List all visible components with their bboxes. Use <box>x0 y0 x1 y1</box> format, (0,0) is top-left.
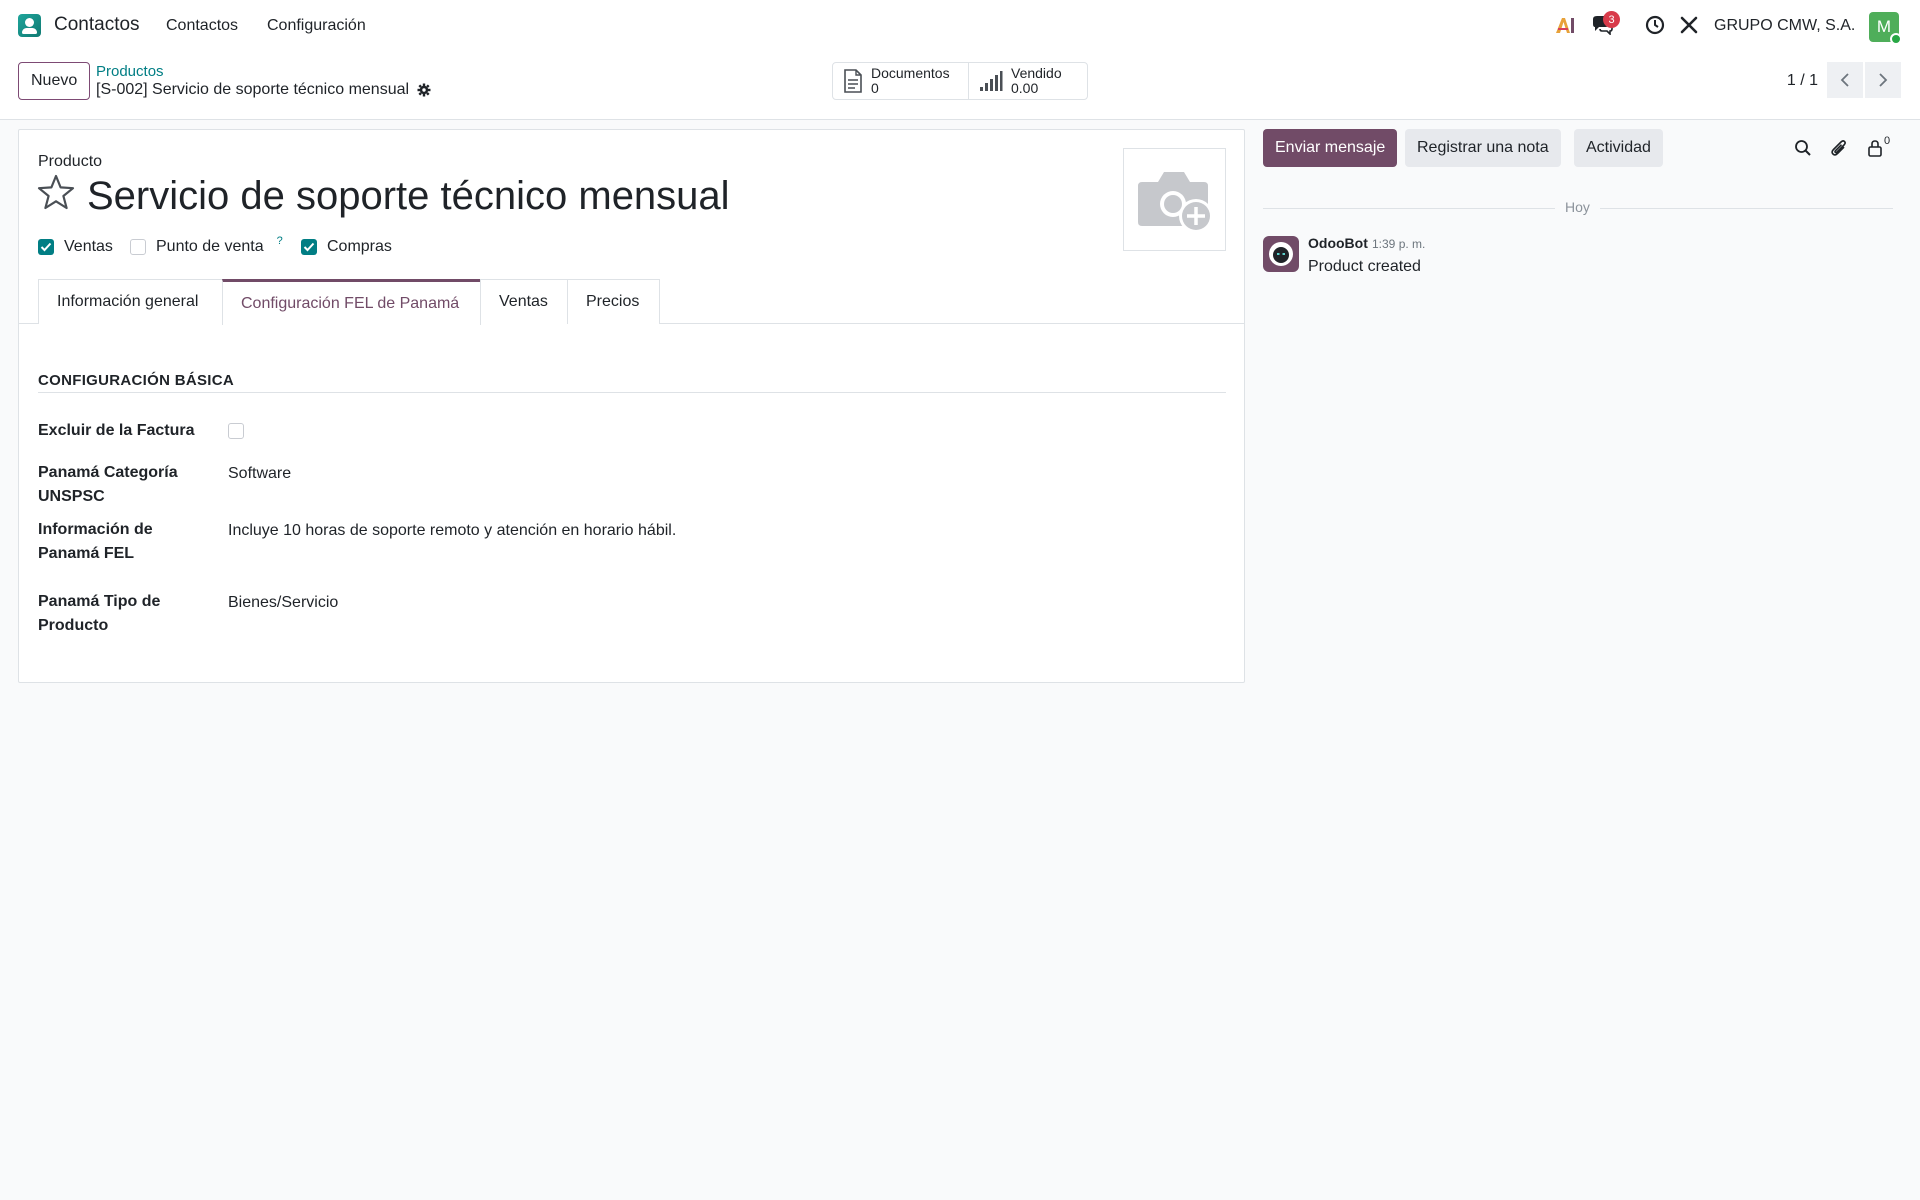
chevron-left-icon[interactable] <box>1827 62 1863 98</box>
send-message-button[interactable]: Enviar mensaje <box>1263 129 1398 167</box>
company-switcher[interactable]: GRUPO CMW, S.A. <box>1714 17 1855 35</box>
paperclip-icon[interactable] <box>1829 138 1849 158</box>
form-tabs: Información general Configuración FEL de… <box>19 279 1244 325</box>
date-separator-label: Hoy <box>1565 199 1590 215</box>
clock-icon[interactable] <box>1644 14 1666 36</box>
purchase-ok-checkbox-row[interactable]: Compras <box>301 238 392 256</box>
document-icon <box>844 69 862 93</box>
app-name[interactable]: Contactos <box>54 14 140 36</box>
documents-value: 0 <box>871 80 879 96</box>
message-author[interactable]: OdooBot <box>1308 235 1368 251</box>
odoobot-avatar <box>1263 236 1299 272</box>
sold-label: Vendido <box>1011 65 1062 81</box>
breadcrumb-current: [S-002] Servicio de soporte técnico mens… <box>96 81 431 99</box>
star-icon[interactable] <box>37 174 75 215</box>
signal-chart-icon <box>980 71 1003 91</box>
user-avatar[interactable]: M <box>1869 12 1902 45</box>
documents-smart-button[interactable]: Documentos 0 <box>833 63 969 99</box>
messages-icon[interactable]: 3 <box>1591 11 1620 36</box>
date-separator-line-left <box>1263 208 1555 209</box>
ventas-checkbox-label: Ventas <box>64 238 113 255</box>
tipo-producto-label-line1: Panamá Tipo de <box>38 593 161 610</box>
product-form-sheet: Producto Servicio de soporte técnico men… <box>18 129 1245 683</box>
online-status-dot <box>1890 33 1902 45</box>
compras-checkbox[interactable] <box>301 239 317 255</box>
categoria-unspsc-label-line2: UNSPSC <box>38 488 105 505</box>
section-title: CONFIGURACIÓN BÁSICA <box>38 372 234 389</box>
info-fel-label-line1: Información de <box>38 521 153 538</box>
gear-icon[interactable] <box>417 83 431 97</box>
tab-informacion-general[interactable]: Información general <box>38 279 223 324</box>
control-panel: Nuevo Productos [S-002] Servicio de sopo… <box>0 52 1920 120</box>
activity-button[interactable]: Actividad <box>1574 129 1663 167</box>
followers-count: 0 <box>1884 135 1891 147</box>
excluir-factura-label: Excluir de la Factura <box>38 422 195 439</box>
log-note-button[interactable]: Registrar una nota <box>1405 129 1561 167</box>
sold-value: 0.00 <box>1011 80 1039 96</box>
info-fel-label-line2: Panamá FEL <box>38 545 135 562</box>
top-navbar: Contactos Contactos Configuración 3 GRUP… <box>0 0 1920 52</box>
tipo-producto-label-line2: Producto <box>38 617 109 634</box>
search-icon[interactable] <box>1793 138 1813 158</box>
documents-label: Documentos <box>871 65 950 81</box>
pager-value[interactable]: 1 / 1 <box>1787 72 1818 90</box>
tab-ventas[interactable]: Ventas <box>480 279 568 324</box>
camera-add-icon <box>1137 171 1213 233</box>
punto-de-venta-label: Punto de venta <box>156 238 264 255</box>
menu-configuracion[interactable]: Configuración <box>267 17 366 35</box>
ventas-checkbox[interactable] <box>38 239 54 255</box>
info-fel-value[interactable]: Incluye 10 horas de soporte remoto y ate… <box>228 519 676 543</box>
product-name[interactable]: Servicio de soporte técnico mensual <box>87 174 730 219</box>
excluir-factura-checkbox[interactable] <box>228 423 244 439</box>
breadcrumb-current-label: [S-002] Servicio de soporte técnico mens… <box>96 81 410 98</box>
help-tooltip-icon[interactable]: ? <box>277 235 283 247</box>
smart-buttons: Documentos 0 Vendido 0.00 <box>832 62 1088 100</box>
tools-icon[interactable] <box>1678 14 1700 36</box>
message-body: Product created <box>1308 258 1421 275</box>
tipo-producto-value[interactable]: Bienes/Servicio <box>228 591 338 615</box>
chevron-right-icon[interactable] <box>1865 62 1901 98</box>
compras-checkbox-label: Compras <box>327 238 392 255</box>
product-type-label: Producto <box>38 153 103 170</box>
sale-ok-checkbox-row[interactable]: Ventas <box>38 238 113 256</box>
avatar-initial: M <box>1876 17 1892 36</box>
punto-de-venta-checkbox[interactable] <box>130 239 146 255</box>
categoria-unspsc-value[interactable]: Software <box>228 462 291 486</box>
breadcrumb-productos[interactable]: Productos <box>96 63 164 80</box>
date-separator-line-right <box>1600 208 1893 209</box>
categoria-unspsc-label-line1: Panamá Categoría <box>38 464 178 481</box>
tab-precios[interactable]: Precios <box>567 279 660 324</box>
ai-icon[interactable] <box>1554 14 1576 36</box>
sold-smart-button[interactable]: Vendido 0.00 <box>969 63 1087 99</box>
followers-lock-icon[interactable] <box>1865 138 1885 158</box>
section-divider <box>38 392 1226 393</box>
menu-contactos[interactable]: Contactos <box>166 17 238 35</box>
message-time: 1:39 p. m. <box>1372 237 1426 251</box>
new-button[interactable]: Nuevo <box>18 62 91 100</box>
tab-configuracion-fel[interactable]: Configuración FEL de Panamá <box>222 279 481 325</box>
contacts-app-icon[interactable] <box>18 14 41 37</box>
messages-badge: 3 <box>1603 11 1620 28</box>
pos-checkbox-row[interactable]: Punto de venta ? <box>130 235 283 256</box>
product-image-placeholder[interactable] <box>1123 148 1226 251</box>
